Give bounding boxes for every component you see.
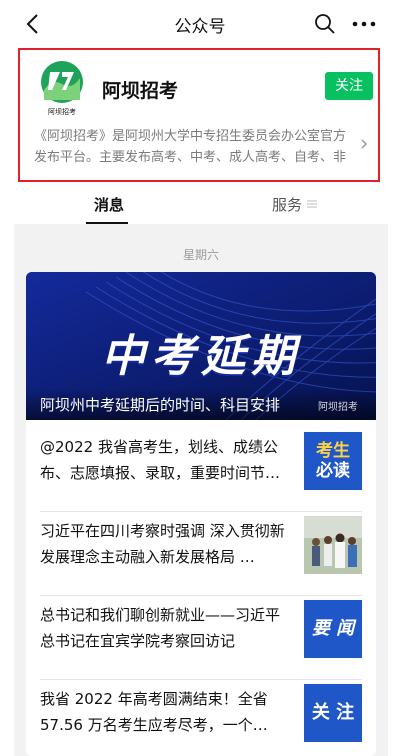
account-description[interactable]: 《阿坝招考》是阿坝州大学中专招生委员会办公室官方发布平台。主要发布高考、中考、成… <box>34 126 352 168</box>
article-thumbnail: 考生 必读 <box>304 432 362 490</box>
hero-headline: 中考延期 <box>101 331 301 382</box>
article-title: 我省 2022 年高考圆满结束！全省57.56 万名考生应考尽考，一个… <box>40 690 268 734</box>
menu-lines-icon <box>307 200 317 208</box>
thumbnail-text: 考生 <box>316 441 350 461</box>
hero-source: 阿坝招考 <box>318 402 358 413</box>
more-dots-icon[interactable] <box>350 13 378 35</box>
account-logo[interactable]: 阿坝招考 <box>38 60 86 116</box>
tab-messages[interactable]: 消息 <box>94 194 124 215</box>
list-item[interactable]: 我省 2022 年高考圆满结束！全省57.56 万名考生应考尽考，一个… 关 注 <box>26 680 376 756</box>
list-item[interactable]: 习近平在四川考察时强调 深入贯彻新发展理念主动融入新发展格局 … <box>26 512 376 596</box>
article-card-group: 中考延期 阿坝州中考延期后的时间、科目安排 阿坝招考 @2022 我省高考生，划… <box>26 272 376 756</box>
article-thumbnail: 关 注 <box>304 684 362 742</box>
chevron-right-icon[interactable] <box>358 136 370 152</box>
logo-text: 阿坝招考 <box>48 107 76 116</box>
tab-services[interactable]: 服务 <box>272 194 302 215</box>
follow-button[interactable]: 关注 <box>325 72 373 100</box>
list-item[interactable]: @2022 我省高考生，划线、成绩公布、志愿填报、录取，重要时间节… 考生 必读 <box>26 428 376 512</box>
thumbnail-text: 必读 <box>316 461 350 481</box>
article-title: 总书记和我们聊创新就业——习近平总书记在宜宾学院考察回访记 <box>40 606 281 650</box>
article-thumbnail: 要 闻 <box>304 600 362 658</box>
thumbnail-text: 关 注 <box>311 702 355 723</box>
hero-article[interactable]: 中考延期 阿坝州中考延期后的时间、科目安排 阿坝招考 <box>26 272 376 420</box>
article-thumbnail-photo <box>304 516 362 574</box>
list-item[interactable]: 总书记和我们聊创新就业——习近平总书记在宜宾学院考察回访记 要 闻 <box>26 596 376 680</box>
day-label: 星期六 <box>182 248 219 262</box>
article-title: @2022 我省高考生，划线、成绩公布、志愿填报、录取，重要时间节… <box>40 438 281 482</box>
photo-placeholder <box>304 516 362 574</box>
top-nav-bar: 公众号 <box>0 0 400 48</box>
tab-bar: 消息 服务 <box>0 182 400 224</box>
hero-caption: 阿坝州中考延期后的时间、科目安排 <box>40 396 281 414</box>
page-title: 公众号 <box>174 17 226 37</box>
account-name: 阿坝招考 <box>102 80 179 102</box>
message-feed: 星期六 中考延期 阿坝州中考延期后的时间、科目安排 阿坝招考 @2022 我省高… <box>14 224 388 756</box>
thumbnail-text: 要 闻 <box>311 618 355 639</box>
account-profile-card: 阿坝招考 阿坝招考 关注 《阿坝招考》是阿坝州大学中专招生委员会办公室官方发布平… <box>18 48 380 182</box>
article-title: 习近平在四川考察时强调 深入贯彻新发展理念主动融入新发展格局 … <box>40 522 285 566</box>
search-icon[interactable] <box>314 13 336 35</box>
